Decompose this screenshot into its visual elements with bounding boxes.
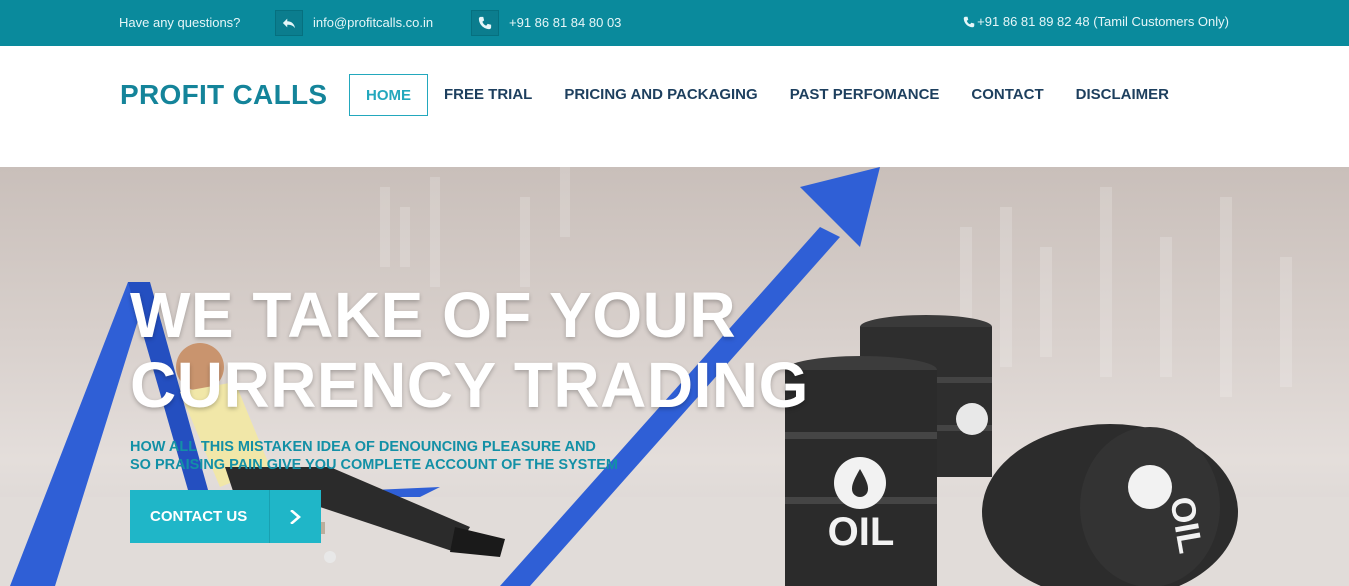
hero-title-line-2: CURRENCY TRADING (130, 349, 809, 421)
hero-subtitle-line-2: SO PRAISING PAIN GIVE YOU COMPLETE ACCOU… (130, 457, 618, 473)
tamil-phone-text: +91 86 81 89 82 48 (Tamil Customers Only… (977, 14, 1229, 29)
phone-icon (963, 16, 975, 27)
nav-home[interactable]: HOME (349, 74, 428, 116)
main-nav: HOME FREE TRIAL PRICING AND PACKAGING PA… (349, 74, 1185, 116)
hero-subtitle: HOW ALL THIS MISTAKEN IDEA OF DENOUNCING… (130, 438, 618, 474)
hero-title: WE TAKE OF YOUR CURRENCY TRADING (130, 280, 809, 420)
site-logo[interactable]: PROFIT CALLS (120, 79, 327, 111)
tamil-phone[interactable]: +91 86 81 89 82 48 (Tamil Customers Only… (963, 14, 1229, 29)
site-header: PROFIT CALLS HOME FREE TRIAL PRICING AND… (0, 46, 1349, 167)
nav-pricing-and-packaging[interactable]: PRICING AND PACKAGING (548, 74, 773, 116)
nav-past-performance[interactable]: PAST PERFOMANCE (774, 74, 956, 116)
nav-disclaimer[interactable]: DISCLAIMER (1060, 74, 1185, 116)
reply-arrow-icon (275, 10, 303, 36)
contact-us-label: CONTACT US (150, 508, 248, 525)
nav-free-trial[interactable]: FREE TRIAL (428, 74, 548, 116)
hero-banner: OIL OIL WE TAKE OF YOUR CURRENCY TRADING… (0, 167, 1349, 586)
contact-us-button[interactable]: CONTACT US (130, 490, 321, 543)
hero-subtitle-line-1: HOW ALL THIS MISTAKEN IDEA OF DENOUNCING… (130, 439, 596, 455)
barrel-oil-label: OIL (828, 510, 895, 554)
hero-title-line-1: WE TAKE OF YOUR (130, 279, 737, 351)
email-link[interactable]: info@profitcalls.co.in (313, 15, 433, 30)
questions-text: Have any questions? (119, 15, 241, 30)
chevron-right-icon (270, 509, 321, 524)
phone-icon (471, 10, 499, 36)
top-info-bar: Have any questions? info@profitcalls.co.… (0, 0, 1349, 46)
nav-contact[interactable]: CONTACT (955, 74, 1059, 116)
phone-link[interactable]: +91 86 81 84 80 03 (509, 15, 621, 30)
